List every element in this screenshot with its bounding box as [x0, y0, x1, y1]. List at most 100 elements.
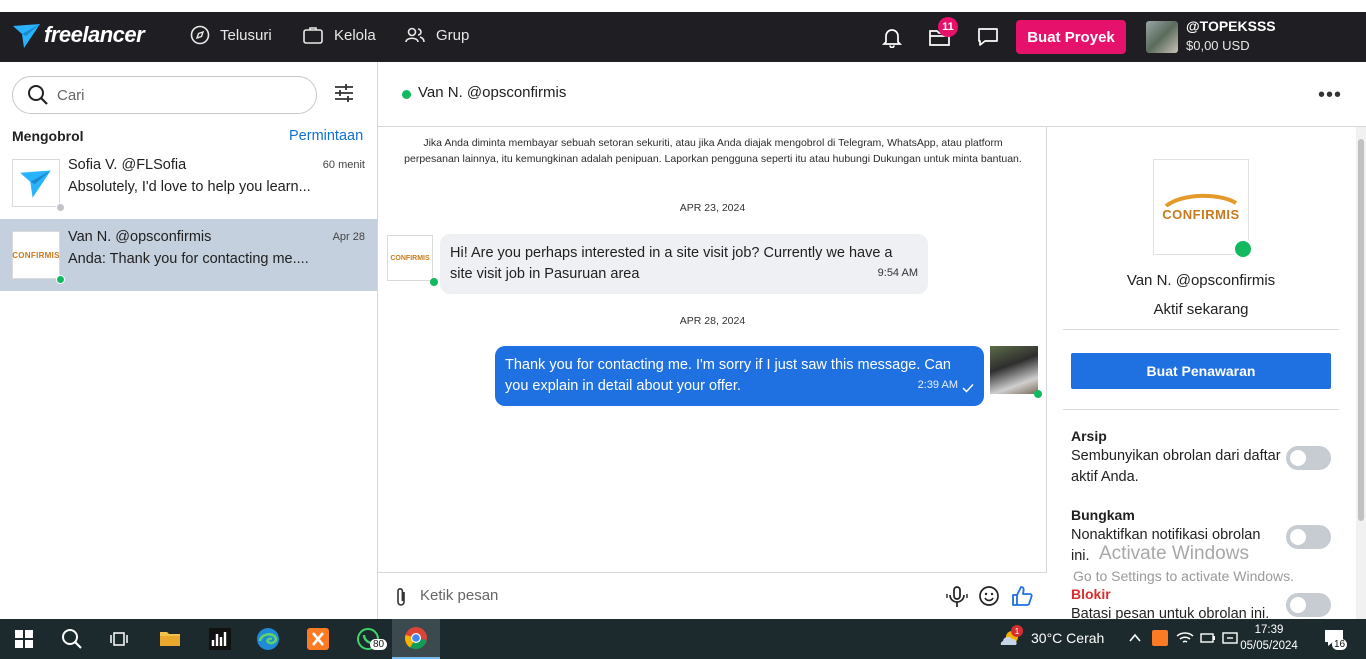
search-field[interactable]: Cari: [12, 76, 317, 114]
panel-scrollbar[interactable]: [1356, 127, 1366, 619]
notifications-button[interactable]: [879, 24, 905, 50]
freelancer-logo[interactable]: freelancer: [12, 20, 145, 50]
task-view-button[interactable]: [96, 619, 144, 659]
app-chart-button[interactable]: [196, 619, 244, 659]
message-composer: Ketik pesan: [378, 572, 1047, 619]
conversation-name: Van N. @opsconfirmis: [68, 229, 212, 245]
profile-name[interactable]: Van N. @opsconfirmis: [1047, 272, 1355, 289]
message-text: Hi! Are you perhaps interested in a site…: [450, 245, 893, 282]
block-title: Blokir: [1071, 586, 1111, 602]
mute-toggle[interactable]: [1286, 525, 1331, 549]
xampp-tray-icon[interactable]: [1152, 630, 1168, 646]
search-icon: [62, 629, 82, 649]
status-dot: [56, 275, 65, 284]
messages-button[interactable]: [975, 24, 1001, 50]
account-balance: $0,00 USD: [1186, 38, 1250, 53]
weather-text[interactable]: 30°C Cerah: [1031, 630, 1104, 646]
chevron-up-icon[interactable]: [1128, 632, 1142, 644]
bar-chart-app-icon: [209, 628, 231, 650]
user-avatar[interactable]: [1146, 21, 1178, 53]
edge-icon: [257, 628, 279, 650]
xampp-icon: [307, 628, 329, 650]
conversation-preview: Absolutely, I'd love to help you learn..…: [68, 179, 311, 195]
nav-grup[interactable]: Grup: [404, 25, 469, 45]
conversation-item[interactable]: Sofia V. @FLSofia 60 menit Absolutely, I…: [0, 147, 377, 219]
conversation-preview: Anda: Thank you for contacting me....: [68, 251, 309, 267]
whatsapp-button[interactable]: 80: [344, 619, 392, 659]
outgoing-message: Thank you for contacting me. I'm sorry i…: [495, 346, 984, 406]
conversation-time: 60 menit: [322, 159, 365, 171]
archive-title: Arsip: [1071, 428, 1107, 444]
date-separator: APR 28, 2024: [679, 315, 746, 327]
nav-kelola[interactable]: Kelola: [302, 25, 376, 45]
confirmis-logo-text: CONFIRMIS: [1162, 206, 1240, 222]
chats-heading: Mengobrol: [12, 128, 84, 144]
start-button[interactable]: [0, 619, 48, 659]
sender-avatar: CONFIRMIS: [387, 235, 433, 281]
notification-center-badge: 16: [1332, 639, 1348, 650]
message-time: 2:39 AM: [917, 379, 958, 391]
attach-paperclip-icon[interactable]: [394, 586, 408, 608]
search-icon: [28, 85, 48, 105]
chrome-button[interactable]: [392, 619, 440, 659]
xampp-button[interactable]: [294, 619, 342, 659]
confirmis-logo-text: CONFIRMIS: [390, 254, 430, 262]
scam-warning: Jika Anda diminta membayar sebuah setora…: [404, 137, 1022, 165]
taskbar-clock[interactable]: 17:39 05/05/2024: [1240, 622, 1298, 654]
create-offer-button[interactable]: Buat Penawaran: [1071, 353, 1331, 389]
freelancer-bird-icon: [20, 170, 51, 198]
avatar: [12, 159, 60, 207]
block-description: Batasi pesan untuk obrolan ini.: [1071, 606, 1270, 619]
sent-check-icon: [962, 383, 974, 393]
online-status-dot: [402, 90, 411, 99]
divider: [1063, 409, 1339, 410]
post-project-button[interactable]: Buat Proyek: [1016, 20, 1126, 54]
more-options-icon[interactable]: •••: [1318, 84, 1342, 107]
sender-online-dot: [430, 278, 438, 286]
edge-browser-button[interactable]: [244, 619, 292, 659]
file-explorer-button[interactable]: [146, 619, 194, 659]
filter-sliders-icon[interactable]: [333, 82, 355, 104]
incoming-message: Hi! Are you perhaps interested in a site…: [440, 234, 928, 294]
notification-count-badge: 11: [938, 17, 958, 37]
compass-icon: [190, 25, 210, 45]
requests-link[interactable]: Permintaan: [289, 128, 363, 144]
speaker-icon[interactable]: [1222, 631, 1240, 645]
wifi-icon[interactable]: [1176, 631, 1194, 645]
my-online-dot: [1034, 390, 1042, 398]
scrollbar-thumb[interactable]: [1358, 139, 1364, 521]
activate-windows-title: Activate Windows: [1099, 543, 1249, 564]
block-toggle[interactable]: [1286, 593, 1331, 617]
nav-grup-label: Grup: [436, 26, 470, 44]
search-input[interactable]: Cari: [57, 87, 85, 104]
conversation-item-active[interactable]: CONFIRMIS Van N. @opsconfirmis Apr 28 An…: [0, 219, 377, 291]
battery-icon[interactable]: [1200, 632, 1216, 644]
chat-bubble-icon: [978, 28, 998, 46]
nav-telusuri[interactable]: Telusuri: [190, 25, 272, 45]
message-text: Thank you for contacting me. I'm sorry i…: [505, 357, 951, 394]
taskbar-search-button[interactable]: [48, 619, 96, 659]
avatar: CONFIRMIS: [12, 231, 60, 279]
confirmis-logo: CONFIRMIS: [1162, 193, 1240, 222]
username[interactable]: @TOPEKSSS: [1186, 18, 1276, 34]
message-time: 9:54 AM: [877, 267, 918, 279]
chrome-icon: [404, 627, 427, 650]
confirmis-logo-text: CONFIRMIS: [12, 250, 60, 260]
weather-alert-badge: 1: [1011, 625, 1023, 637]
status-dot: [56, 203, 65, 212]
conversation-name: Sofia V. @FLSofia: [68, 157, 187, 173]
voice-message-icon[interactable]: [946, 585, 968, 609]
folder-icon: [160, 632, 180, 646]
message-input[interactable]: Ketik pesan: [420, 587, 498, 604]
top-navbar: freelancer Telusuri Kelola Grup 11 Buat …: [0, 12, 1366, 62]
archive-toggle[interactable]: [1286, 446, 1331, 470]
windows-logo-icon: [15, 630, 33, 648]
chat-title[interactable]: Van N. @opsconfirmis: [418, 84, 566, 101]
emoji-icon[interactable]: [978, 585, 1000, 607]
bell-icon: [881, 29, 903, 48]
thumbs-up-icon[interactable]: [1010, 584, 1034, 608]
window-top-strip: [0, 0, 1366, 12]
freelancer-bird-icon: [13, 24, 40, 48]
whatsapp-badge: 80: [370, 639, 388, 650]
archive-description: Sembunyikan obrolan dari daftar aktif An…: [1071, 448, 1281, 485]
